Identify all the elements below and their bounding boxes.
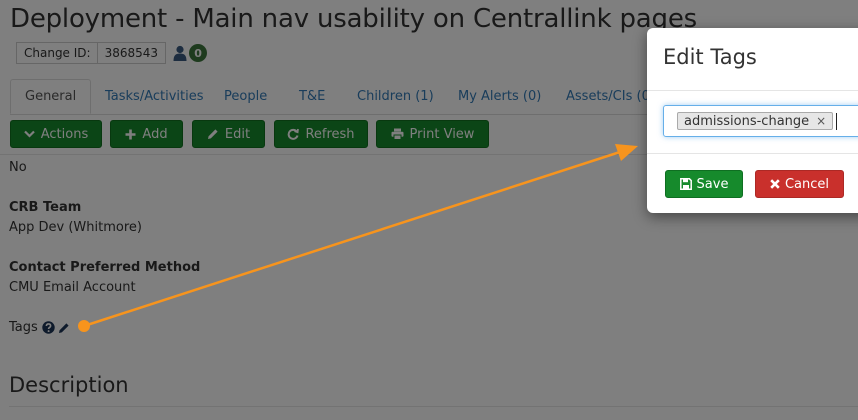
annotation-arrow-dot [78,320,90,332]
annotation-arrow [78,144,638,332]
annotation-arrow-head [615,144,638,161]
annotation-arrow-line [83,150,621,328]
